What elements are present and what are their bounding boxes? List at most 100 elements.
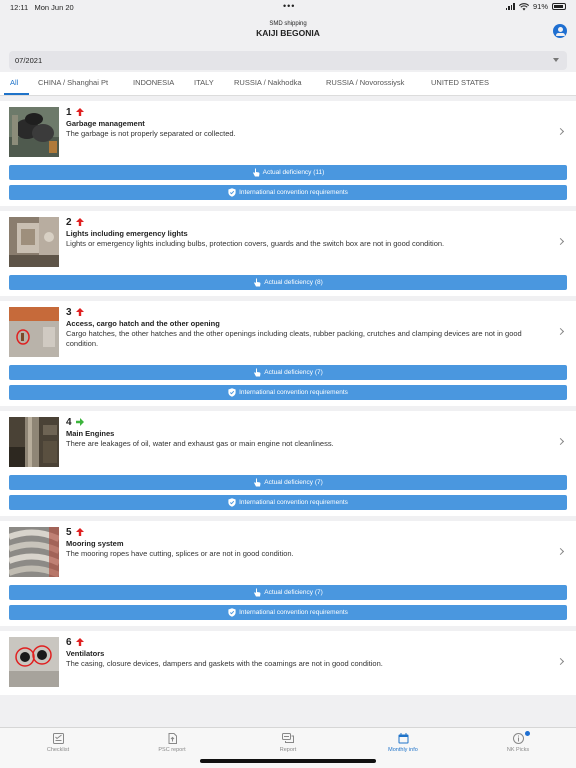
tabbar-psc-report[interactable]: PSC report [122, 733, 222, 753]
tab-italy[interactable]: ITALY [194, 78, 214, 87]
deficiency-item[interactable]: 1 Garbage management The garbage is not … [0, 101, 576, 165]
hand-pointer-icon [254, 368, 261, 377]
deficiency-card: 1 Garbage management The garbage is not … [0, 101, 576, 206]
deficiency-photo [9, 637, 59, 687]
month-select[interactable]: 07/2021 [9, 51, 567, 70]
tab-russia-nakhodka[interactable]: RUSSIA / Nakhodka [234, 78, 302, 87]
deficiency-card: 5 Mooring system The mooring ropes have … [0, 521, 576, 626]
tab-united-states[interactable]: UNITED STATES [431, 78, 489, 87]
notification-dot [525, 731, 530, 736]
deficiency-card: 2 Lights including emergency lights Ligh… [0, 211, 576, 296]
item-title: Lights including emergency lights [66, 229, 188, 238]
deficiency-photo [9, 217, 59, 267]
actual-deficiency-button[interactable]: Actual deficiency (7) [9, 475, 567, 490]
hand-pointer-icon [254, 278, 261, 287]
status-bar: 12:11 Mon Jun 20 ••• 91% [0, 0, 576, 14]
hand-pointer-icon [254, 588, 261, 597]
multitask-dots-icon[interactable]: ••• [283, 1, 295, 11]
deficiency-card: 6 Ventilators The casing, closure device… [0, 631, 576, 695]
item-title: Main Engines [66, 429, 115, 438]
shield-check-icon [228, 188, 236, 197]
trend-up-icon [76, 528, 84, 536]
app-header: SMD shipping KAIJI BEGONIA [0, 14, 576, 47]
deficiency-item[interactable]: 3 Access, cargo hatch and the other open… [0, 301, 576, 365]
item-description: The garbage is not properly separated or… [66, 129, 236, 138]
checklist-icon [52, 733, 64, 744]
shield-check-icon [228, 498, 236, 507]
wifi-icon [518, 2, 529, 10]
home-indicator[interactable] [200, 759, 376, 763]
item-number: 6 [66, 637, 72, 648]
tab-russia-novorossiysk[interactable]: RUSSIA / Novorossiysk [326, 78, 404, 87]
battery-percent: 91% [532, 2, 548, 11]
item-number: 4 [66, 417, 72, 428]
trend-flat-icon [76, 418, 84, 426]
trend-up-icon [76, 638, 84, 646]
convention-requirements-button[interactable]: International convention requirements [9, 185, 567, 200]
info-icon [512, 733, 524, 744]
ship-name: KAIJI BEGONIA [256, 28, 320, 38]
item-title: Ventilators [66, 649, 105, 658]
company-name: SMD shipping [269, 21, 307, 27]
tab-indonesia[interactable]: INDONESIA [133, 78, 174, 87]
chevron-right-icon [556, 437, 565, 446]
deficiency-photo [9, 527, 59, 577]
month-value: 07/2021 [15, 56, 43, 65]
item-description: Cargo hatches, the other hatches and the… [66, 329, 522, 348]
trend-up-icon [76, 108, 84, 116]
deficiency-photo [9, 307, 59, 357]
deficiency-list[interactable]: 1 Garbage management The garbage is not … [0, 101, 576, 727]
actual-deficiency-button[interactable]: Actual deficiency (11) [9, 165, 567, 180]
hand-pointer-icon [252, 168, 260, 177]
deficiency-photo [9, 417, 59, 467]
hand-pointer-icon [254, 478, 261, 487]
deficiency-card: 3 Access, cargo hatch and the other open… [0, 301, 576, 406]
convention-requirements-button[interactable]: International convention requirements [9, 495, 567, 510]
status-right: 91% [505, 2, 566, 11]
item-number: 1 [66, 107, 72, 118]
convention-requirements-button[interactable]: International convention requirements [9, 385, 567, 400]
account-icon[interactable] [553, 24, 567, 38]
tabbar-nk-picks[interactable]: NK Picks [468, 731, 568, 753]
chevron-right-icon [556, 547, 565, 556]
deficiency-photo [9, 107, 59, 157]
calendar-icon [398, 733, 408, 744]
actual-deficiency-button[interactable]: Actual deficiency (8) [9, 275, 567, 290]
tabbar-checklist[interactable]: Checklist [8, 733, 108, 753]
tab-active-indicator [4, 93, 29, 95]
tabbar-monthly-info[interactable]: Monthly info [353, 733, 453, 753]
item-title: Garbage management [66, 119, 145, 128]
deficiency-card: 4 Main Engines There are leakages of oil… [0, 411, 576, 516]
shield-check-icon [228, 608, 236, 617]
chevron-right-icon [556, 657, 565, 666]
chevron-right-icon [556, 127, 565, 136]
item-description: The mooring ropes have cutting, splices … [66, 549, 294, 558]
country-tabs: All CHINA / Shanghai Pt INDONESIA ITALY … [0, 72, 576, 96]
item-description: The casing, closure devices, dampers and… [66, 659, 383, 668]
actual-deficiency-button[interactable]: Actual deficiency (7) [9, 365, 567, 380]
item-number: 5 [66, 527, 72, 538]
deficiency-item[interactable]: 4 Main Engines There are leakages of oil… [0, 411, 576, 475]
tabbar-report[interactable]: Report [238, 733, 338, 753]
chevron-down-icon [553, 58, 559, 62]
item-title: Access, cargo hatch and the other openin… [66, 319, 220, 328]
tab-all[interactable]: All [10, 78, 18, 87]
trend-up-icon [76, 308, 84, 316]
deficiency-item[interactable]: 5 Mooring system The mooring ropes have … [0, 521, 576, 585]
item-title: Mooring system [66, 539, 124, 548]
battery-icon [552, 3, 566, 10]
chevron-right-icon [556, 237, 565, 246]
signal-icon [505, 3, 515, 10]
document-icon [168, 733, 177, 744]
item-number: 2 [66, 217, 72, 228]
item-number: 3 [66, 307, 72, 318]
chevron-right-icon [556, 327, 565, 336]
status-time: 12:11 Mon Jun 20 [10, 3, 74, 12]
deficiency-item[interactable]: 6 Ventilators The casing, closure device… [0, 631, 576, 695]
deficiency-item[interactable]: 2 Lights including emergency lights Ligh… [0, 211, 576, 275]
actual-deficiency-button[interactable]: Actual deficiency (7) [9, 585, 567, 600]
trend-up-icon [76, 218, 84, 226]
tab-china-shanghai[interactable]: CHINA / Shanghai Pt [38, 78, 108, 87]
item-description: Lights or emergency lights including bul… [66, 239, 445, 248]
convention-requirements-button[interactable]: International convention requirements [9, 605, 567, 620]
